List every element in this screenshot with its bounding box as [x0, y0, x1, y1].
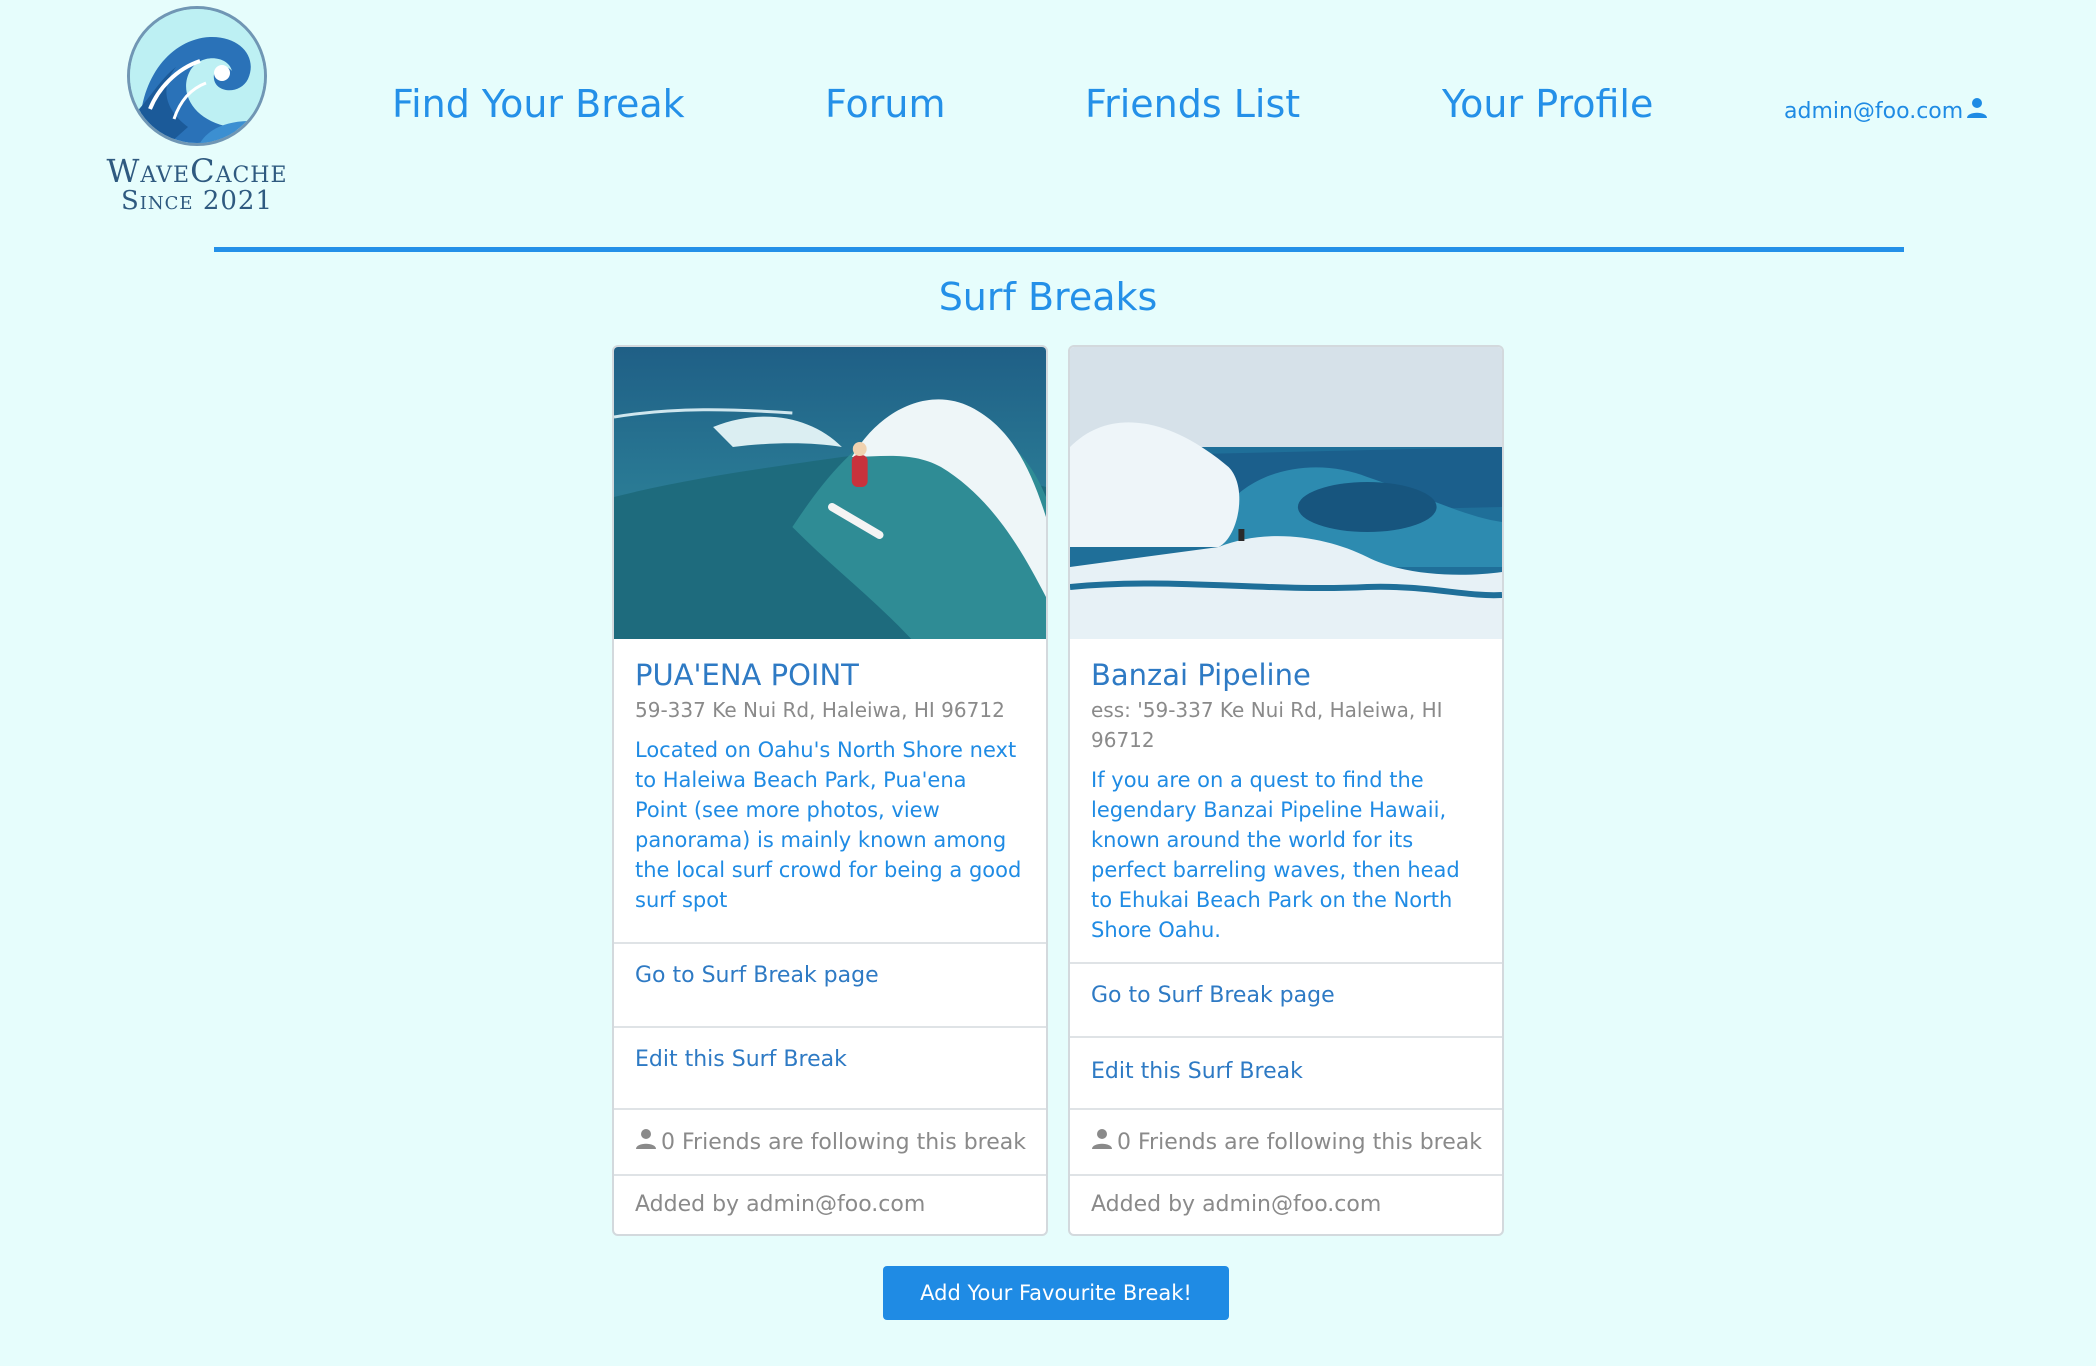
card-address: ess: '59-337 Ke Nui Rd, Haleiwa, HI 9671…	[1091, 698, 1443, 752]
surf-break-photo	[1070, 347, 1502, 639]
card-go-section: Go to Surf Break page	[614, 942, 1046, 1026]
nav-friends-list[interactable]: Friends List	[1085, 82, 1300, 126]
brand-tagline: Since 2021	[120, 186, 274, 216]
brand-name: WaveCache	[106, 152, 288, 190]
wave-logo-icon	[127, 6, 267, 146]
card-followers: 0 Friends are following this break	[614, 1108, 1046, 1174]
nav-find-your-break[interactable]: Find Your Break	[392, 82, 685, 126]
card-description: If you are on a quest to find the legend…	[1091, 768, 1460, 942]
card-added-by: Added by admin@foo.com	[1070, 1174, 1502, 1234]
card-followers: 0 Friends are following this break	[1070, 1108, 1502, 1174]
header-divider	[214, 247, 1904, 252]
card-added-by: Added by admin@foo.com	[614, 1174, 1046, 1234]
card-title: PUA'ENA POINT	[635, 658, 859, 692]
surf-break-photo	[614, 347, 1046, 639]
edit-surf-break-link[interactable]: Edit this Surf Break	[635, 1047, 847, 1072]
user-email: admin@foo.com	[1784, 98, 1964, 124]
card-description: Located on Oahu's North Shore next to Ha…	[635, 738, 1022, 912]
card-body: Banzai Pipeline ess: '59-337 Ke Nui Rd, …	[1070, 639, 1502, 945]
brand-logo[interactable]: WaveCache Since 2021	[92, 6, 302, 221]
nav-forum[interactable]: Forum	[825, 82, 945, 126]
surf-break-card: PUA'ENA POINT 59-337 Ke Nui Rd, Haleiwa,…	[612, 345, 1048, 1236]
go-to-surf-break-link[interactable]: Go to Surf Break page	[1091, 983, 1335, 1008]
followers-text: 0 Friends are following this break	[1117, 1129, 1482, 1155]
user-menu[interactable]: admin@foo.com	[1784, 97, 1988, 125]
add-favourite-break-button[interactable]: Add Your Favourite Break!	[883, 1266, 1229, 1320]
page: WaveCache Since 2021 Find Your Break For…	[0, 0, 2096, 1366]
friend-icon	[1091, 1128, 1113, 1156]
edit-surf-break-link[interactable]: Edit this Surf Break	[1091, 1059, 1303, 1084]
page-title: Surf Breaks	[938, 275, 1158, 319]
card-address: 59-337 Ke Nui Rd, Haleiwa, HI 96712	[635, 698, 1005, 722]
surf-break-card: Banzai Pipeline ess: '59-337 Ke Nui Rd, …	[1068, 345, 1504, 1236]
card-body: PUA'ENA POINT 59-337 Ke Nui Rd, Haleiwa,…	[614, 639, 1046, 915]
user-icon	[1966, 97, 1988, 125]
card-title: Banzai Pipeline	[1091, 658, 1311, 692]
friend-icon	[635, 1128, 657, 1156]
card-go-section: Go to Surf Break page	[1070, 962, 1502, 1036]
card-edit-section: Edit this Surf Break	[1070, 1036, 1502, 1108]
card-edit-section: Edit this Surf Break	[614, 1026, 1046, 1108]
nav-your-profile[interactable]: Your Profile	[1442, 82, 1653, 126]
followers-text: 0 Friends are following this break	[661, 1129, 1026, 1155]
go-to-surf-break-link[interactable]: Go to Surf Break page	[635, 963, 879, 988]
